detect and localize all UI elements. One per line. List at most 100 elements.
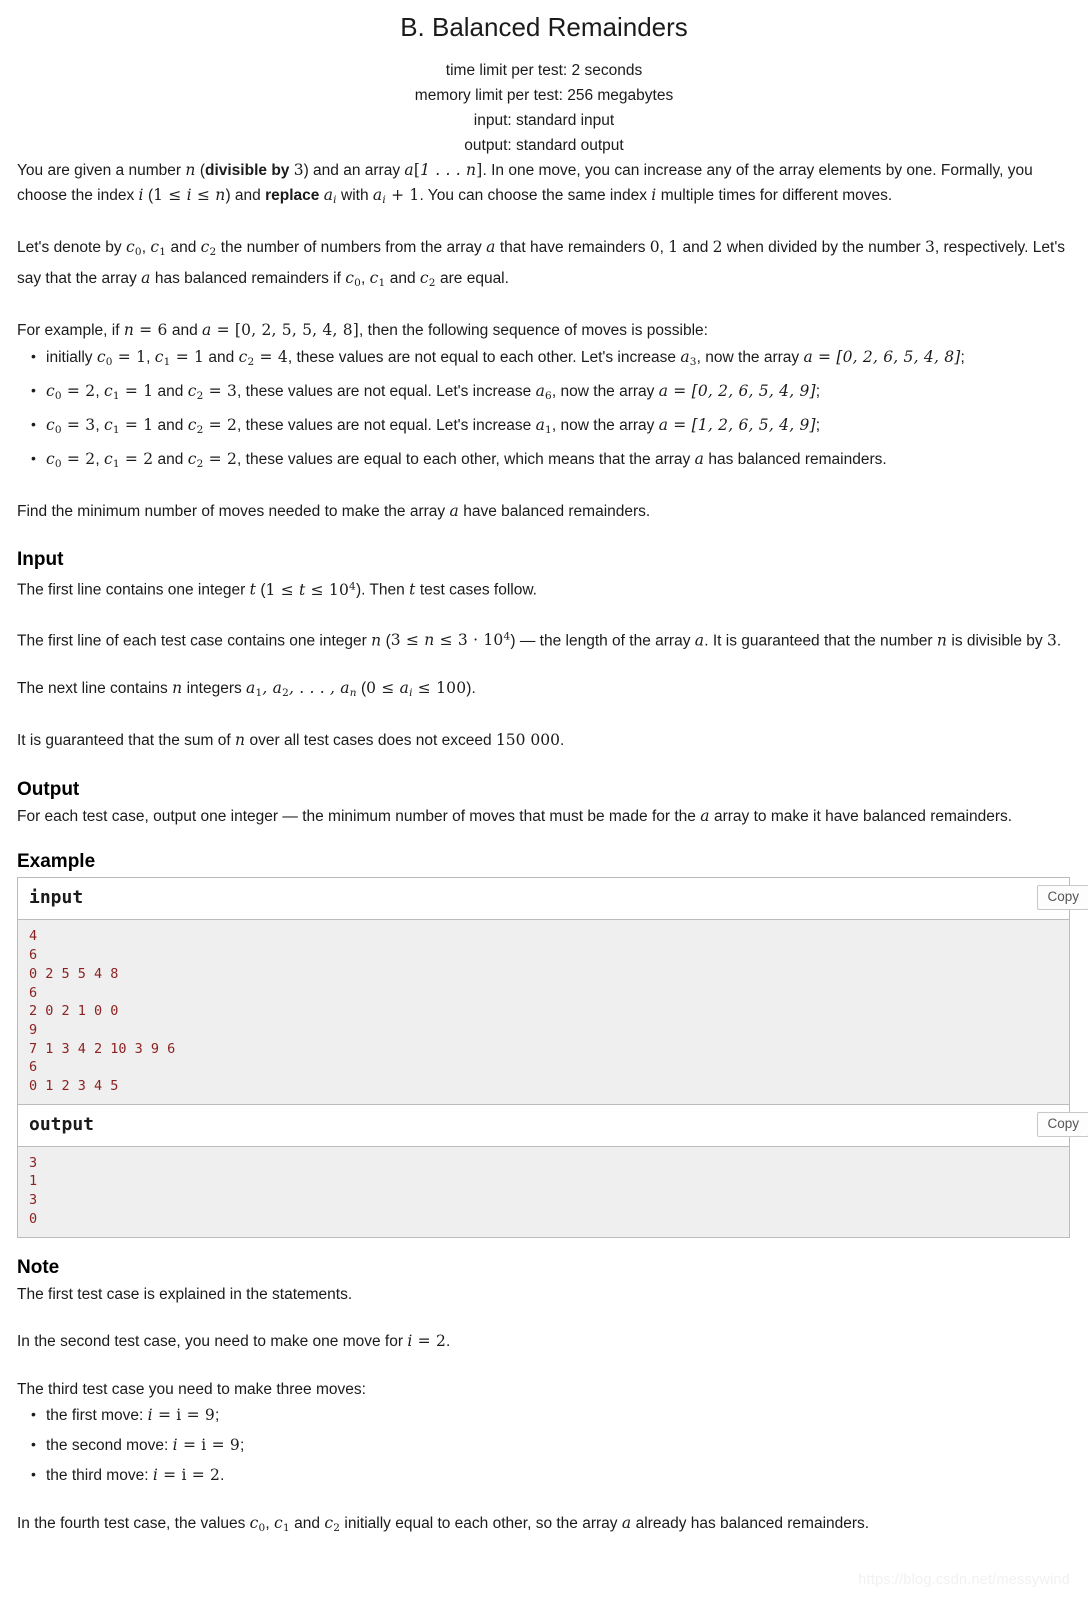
input-paragraph-1: The first line contains one integer t (1… [17, 574, 1070, 603]
text-fragment: For each test case, output one integer —… [17, 807, 701, 825]
text-fragment: when divided by the number [722, 239, 925, 257]
math-a-3: a [449, 501, 459, 520]
math-divisor-3: 3 [924, 238, 935, 257]
math-a-5: a [700, 806, 710, 825]
text-fragment: ( [195, 161, 205, 179]
text-fragment: and [167, 322, 202, 340]
math-c1-eq: c1 = 1 [154, 347, 205, 368]
copy-output-button[interactable]: Copy [1037, 1111, 1088, 1137]
sample-input-data[interactable]: 4 6 0 2 5 5 4 8 6 2 0 2 1 0 0 9 7 1 3 4 … [18, 920, 1069, 1104]
input-paragraph-4: It is guaranteed that the sum of n over … [17, 728, 1070, 754]
note-paragraph-2: In the second test case, you need to mak… [17, 1329, 1070, 1355]
text-fragment: . It is guaranteed that the number [704, 632, 937, 650]
sample-output-box: output Copy 3 1 3 0 [17, 1103, 1088, 1238]
section-heading-output: Output [17, 778, 80, 800]
math-value: a = [1, 2, 6, 5, 4, 9] [658, 415, 816, 434]
math-n-3: n [936, 631, 948, 650]
sample-output-data[interactable]: 3 1 3 0 [18, 1146, 1069, 1237]
text-fragment: . [1056, 632, 1062, 650]
copy-input-button[interactable]: Copy [1037, 885, 1088, 911]
math-value: i = 2 [181, 1466, 221, 1485]
math-c0-eq: c0 = 3 [46, 415, 96, 436]
problem-statement-page: B. Balanced Remainders time limit per te… [0, 0, 1088, 1598]
math-remainder-2: 2 [712, 238, 723, 257]
math-array-range: a[1 . . . n] [404, 160, 483, 179]
math-remainder-1: 1 [668, 238, 679, 257]
statement-paragraph-3: For example, if n = 6 and a = [0, 2, 5, … [17, 318, 1070, 344]
text-fragment: , now the array [551, 382, 659, 400]
text-fragment: that have remainders [495, 239, 650, 257]
problem-limits: time limit per test: 2 seconds memory li… [0, 58, 1088, 158]
text-fragment: ; [214, 1407, 220, 1425]
text-fragment: . [220, 1467, 225, 1485]
note-paragraph-1: The first test case is explained in the … [17, 1285, 353, 1303]
text-fragment: ; [239, 1437, 245, 1455]
math-value: i = 9 [201, 1436, 240, 1455]
math-c2-c: c2 [324, 1514, 341, 1534]
math-c1-c: c1 [274, 1514, 290, 1534]
text-fragment: ; [815, 416, 821, 434]
text-fragment: ) and an array [303, 161, 405, 179]
sample-output-label: output [29, 1113, 95, 1135]
text-fragment: over all test cases does not exceed [245, 732, 496, 750]
math-a-final: a [694, 449, 705, 468]
math-a-i: ai [323, 186, 337, 206]
math-c0-eq: c0 = 1 [96, 347, 147, 368]
sample-input-label: input [29, 887, 84, 909]
text-fragment: ) and [225, 187, 266, 204]
text-fragment: . [446, 1333, 451, 1351]
math-c1: c1 [150, 238, 167, 259]
math-value: 2 [226, 449, 238, 468]
input-paragraph-3: The next line contains n integers a1, a2… [17, 676, 1070, 706]
text-fragment: and [678, 239, 713, 257]
math-value: 2 [85, 381, 96, 400]
math-c1-eq: c1 = 2 [103, 449, 154, 470]
math-index: 3 [689, 355, 697, 368]
math-index: 1 [545, 423, 552, 436]
note-body: Note The first test case is explained in… [0, 1254, 1088, 1542]
math-n-2: n [371, 631, 382, 650]
text-fragment: has balanced remainders. [704, 450, 887, 468]
sample-input-box: input Copy 4 6 0 2 5 5 4 8 6 2 0 2 1 0 0… [17, 877, 1088, 1104]
math-array-result: a = [0, 2, 6, 5, 4, 9] [659, 382, 816, 400]
text-fragment: the third move: [46, 1467, 153, 1485]
text-fragment: multiple times for different moves. [656, 187, 893, 204]
text-fragment: ( [256, 581, 266, 599]
math-n: n [185, 160, 196, 179]
list-item: c0 = 2, c1 = 1 and c2 = 3, these values … [31, 377, 1070, 409]
math-value: 2 [85, 449, 96, 468]
text-fragment: The first line contains one integer [17, 581, 250, 599]
text-fragment: , these values are not equal. Let's incr… [237, 382, 536, 400]
emphasis-divisible-by: divisible by [204, 161, 290, 179]
math-c0: c0 [125, 238, 142, 259]
math-c1-eq: c1 = 1 [103, 415, 154, 436]
math-value: 2 [226, 415, 238, 434]
text-fragment: already has balanced remainders. [631, 1515, 870, 1533]
text-fragment: the first move: [46, 1407, 148, 1425]
math-a-list: a1, a2, . . . , an [246, 678, 357, 699]
text-fragment: , these values are not equal. Let's incr… [237, 416, 536, 434]
statement-body: You are given a number n (divisible by 3… [0, 158, 1088, 830]
math-exponent: 4 [349, 580, 356, 593]
page-title: B. Balanced Remainders [400, 12, 688, 42]
text-fragment: . [560, 732, 565, 750]
text-fragment: , then the following sequence of moves i… [359, 322, 708, 340]
math-value: 1 [136, 347, 147, 366]
math-array-result: a = [0, 2, 6, 5, 4, 8] [803, 348, 960, 366]
math-array-value: a = [0, 2, 5, 5, 4, 8] [202, 321, 360, 340]
math-value: i = 9 [176, 1406, 215, 1425]
math-n-range: 3 ≤ n ≤ 3 · 104 [390, 631, 511, 650]
math-value: 1 [143, 415, 154, 434]
list-item: the second move: i = i = 9; [31, 1431, 1070, 1459]
math-a-2: a [141, 268, 151, 287]
text-fragment: , [659, 239, 669, 257]
section-heading-note: Note [17, 1256, 60, 1278]
text-fragment: test cases follow. [415, 581, 537, 599]
input-paragraph-2: The first line of each test case contain… [17, 625, 1070, 654]
note-paragraph-3: The third test case you need to make thr… [17, 1380, 366, 1398]
math-a-6: a [621, 1514, 632, 1533]
math-a-index: a1 [535, 415, 552, 436]
math-i-range: 1 ≤ i ≤ n [153, 186, 226, 204]
text-fragment: , now the array [551, 416, 659, 434]
sample-input-title: input Copy [18, 878, 1088, 921]
